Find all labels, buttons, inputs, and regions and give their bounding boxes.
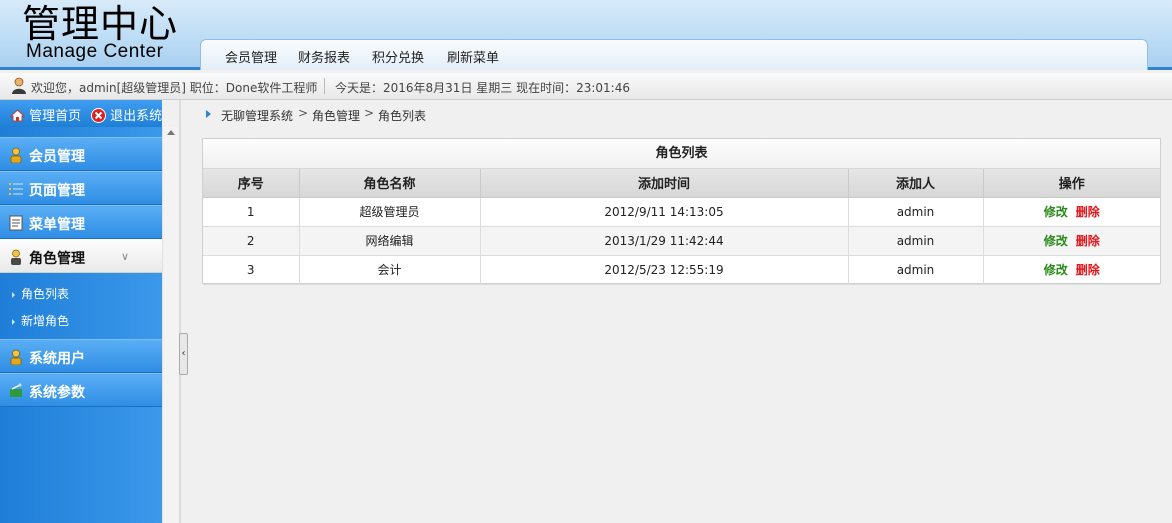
logo-title: 管理中心: [22, 2, 179, 46]
role-icon: [11, 249, 21, 265]
delete-link[interactable]: 删除: [1076, 263, 1100, 277]
cell-added-time: 2013/1/29 11:42:44: [479, 225, 849, 256]
date-time-text: 今天是：2016年8月31日 星期三 现在时间：23:01:46: [335, 81, 630, 95]
cell-role-name: 超级管理员: [298, 196, 481, 227]
user-icon: [12, 77, 26, 94]
sidebar-item-system-params[interactable]: 系统参数: [0, 373, 162, 407]
logout-link[interactable]: 退出系统: [91, 105, 162, 124]
cell-actions: 修改 删除: [982, 225, 1160, 256]
sidebar-item-label: 菜单管理: [29, 217, 85, 233]
logout-label: 退出系统: [110, 109, 163, 124]
cell-actions: 修改 删除: [982, 254, 1160, 285]
role-table: 序号 角色名称 添加时间 添加人 操作 1 超级管理员 2012/9/11 14…: [203, 169, 1160, 285]
table-row: 1 超级管理员 2012/9/11 14:13:05 admin 修改 删除: [203, 196, 1160, 227]
chevron-down-icon: ∨: [121, 250, 130, 263]
cell-actions: 修改 删除: [982, 196, 1160, 227]
splitter: [179, 100, 181, 523]
user-icon: [10, 147, 22, 163]
role-list-panel: 角色列表 序号 角色名称 添加时间 添加人 操作 1 超级管理员 2012/9/…: [202, 138, 1161, 285]
cell-no: 3: [203, 254, 300, 285]
panel-title: 角色列表: [203, 139, 1160, 169]
collapse-sidebar-button[interactable]: ‹: [179, 333, 188, 375]
column-header: 添加时间: [479, 169, 849, 198]
cell-added-time: 2012/5/23 12:55:19: [479, 254, 849, 285]
list-icon: [9, 183, 23, 195]
sidebar-top-bar: 管理首页 退出系统: [0, 100, 162, 127]
table-row: 2 网络编辑 2013/1/29 11:42:44 admin 修改 删除: [203, 225, 1160, 256]
roles-submenu: 角色列表 新增角色: [0, 274, 162, 340]
sidebar: 管理首页 退出系统 会员管理 页面管理 菜单管理 角色管理 ∨ 角色列表 新增角…: [0, 100, 162, 523]
sidebar-item-label: 角色管理: [29, 251, 85, 267]
sidebar-item-roles[interactable]: 角色管理 ∨: [0, 239, 162, 273]
sidebar-item-label: 会员管理: [29, 149, 85, 165]
welcome-text: 欢迎您，admin[超级管理员] 职位：Done软件工程师: [31, 81, 318, 95]
breadcrumb-roles[interactable]: 角色管理: [312, 107, 360, 124]
nav-finance-report[interactable]: 财务报表: [298, 47, 350, 66]
nav-points-exchange[interactable]: 积分兑换: [372, 47, 424, 66]
breadcrumb-arrow-icon: [206, 110, 211, 118]
submenu-add-role[interactable]: 新增角色: [12, 312, 69, 329]
settings-icon: [10, 383, 22, 397]
nav-refresh-menu[interactable]: 刷新菜单: [447, 47, 499, 66]
breadcrumb-current: 角色列表: [378, 109, 427, 123]
edit-link[interactable]: 修改: [1044, 263, 1068, 277]
user-icon: [10, 349, 22, 365]
home-label: 管理首页: [29, 109, 82, 124]
column-header: 序号: [203, 169, 300, 198]
cell-role-name: 会计: [298, 254, 481, 285]
sidebar-item-member[interactable]: 会员管理: [0, 137, 162, 171]
scroll-up-icon: [167, 130, 175, 135]
close-icon: [91, 108, 106, 123]
nav-member-management[interactable]: 会员管理: [225, 47, 277, 66]
sidebar-item-label: 系统参数: [29, 385, 85, 401]
submenu-role-list[interactable]: 角色列表: [12, 285, 69, 302]
cell-added-by: admin: [847, 254, 984, 285]
sidebar-item-pages[interactable]: 页面管理: [0, 171, 162, 205]
delete-link[interactable]: 删除: [1076, 205, 1100, 219]
sidebar-item-menus[interactable]: 菜单管理: [0, 205, 162, 239]
breadcrumb-separator: >: [298, 106, 309, 120]
home-link[interactable]: 管理首页: [9, 105, 82, 124]
top-nav: 会员管理 财务报表 积分兑换 刷新菜单: [200, 39, 1148, 70]
sidebar-item-label: 系统用户: [29, 351, 85, 367]
sidebar-item-system-users[interactable]: 系统用户: [0, 339, 162, 373]
sidebar-scrollbar[interactable]: [162, 127, 179, 523]
cell-no: 1: [203, 196, 300, 227]
column-header: 操作: [982, 169, 1160, 198]
cell-added-time: 2012/9/11 14:13:05: [479, 196, 849, 227]
header: 管理中心 Manage Center 会员管理 财务报表 积分兑换 刷新菜单: [0, 0, 1172, 70]
status-divider: [324, 78, 325, 94]
delete-link[interactable]: 删除: [1076, 234, 1100, 248]
breadcrumb-separator: >: [364, 106, 375, 120]
edit-link[interactable]: 修改: [1044, 205, 1068, 219]
cell-role-name: 网络编辑: [298, 225, 481, 256]
column-header: 添加人: [847, 169, 984, 198]
document-icon: [9, 215, 23, 231]
logo-subtitle: Manage Center: [26, 41, 164, 62]
cell-added-by: admin: [847, 225, 984, 256]
cell-added-by: admin: [847, 196, 984, 227]
breadcrumb: 无聊管理系统 > 角色管理 > 角色列表: [200, 100, 1172, 128]
home-icon: [9, 109, 26, 122]
sidebar-item-label: 页面管理: [29, 183, 85, 199]
edit-link[interactable]: 修改: [1044, 234, 1068, 248]
breadcrumb-root[interactable]: 无聊管理系统: [221, 107, 293, 124]
table-row: 3 会计 2012/5/23 12:55:19 admin 修改 删除: [203, 254, 1160, 285]
cell-no: 2: [203, 225, 300, 256]
status-bar: 欢迎您，admin[超级管理员] 职位：Done软件工程师 今天是：2016年8…: [0, 73, 1172, 100]
column-header: 角色名称: [298, 169, 481, 198]
